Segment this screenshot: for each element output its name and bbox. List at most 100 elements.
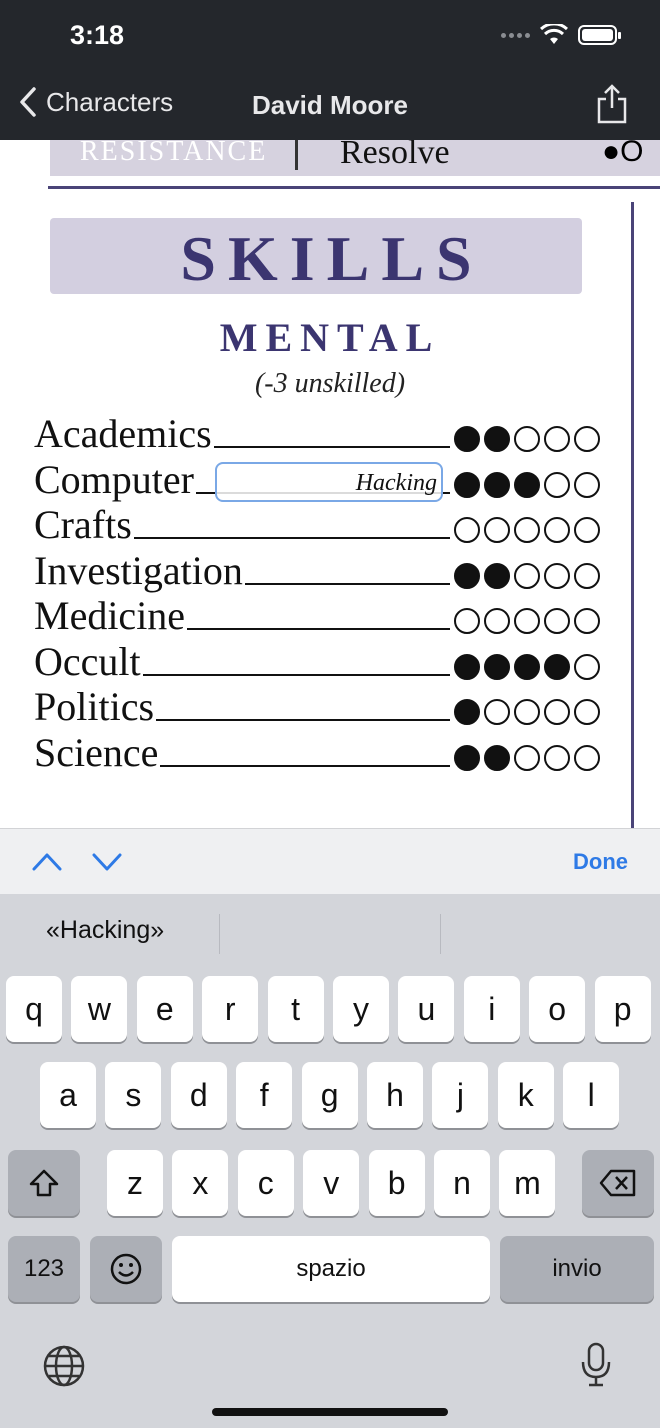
empty-dot[interactable] [574, 608, 600, 634]
skill-underline [134, 537, 450, 539]
return-key[interactable]: invio [500, 1236, 654, 1302]
filled-dot[interactable] [514, 471, 540, 498]
skill-underline [187, 628, 450, 630]
key-k[interactable]: k [497, 1062, 554, 1128]
empty-dot[interactable] [574, 471, 600, 498]
space-key[interactable]: spazio [172, 1236, 490, 1302]
empty-dot[interactable] [514, 699, 540, 725]
key-j[interactable]: j [432, 1062, 489, 1128]
skill-name: Science [34, 729, 159, 775]
chevron-down-icon[interactable] [90, 847, 124, 875]
filled-dot[interactable] [454, 699, 480, 725]
status-time: 3:18 [70, 20, 125, 50]
filled-dot[interactable] [484, 744, 510, 771]
key-n[interactable]: n [434, 1150, 490, 1216]
done-button[interactable]: Done [573, 849, 628, 875]
key-o[interactable]: o [529, 976, 586, 1042]
emoji-icon [110, 1253, 142, 1285]
delete-key[interactable] [582, 1150, 654, 1216]
empty-dot[interactable] [514, 608, 540, 634]
empty-dot[interactable] [484, 608, 510, 634]
empty-dot[interactable] [454, 608, 480, 634]
key-a[interactable]: a [40, 1062, 96, 1128]
key-q[interactable]: q [6, 976, 62, 1042]
empty-dot[interactable] [574, 562, 600, 589]
empty-dot[interactable] [454, 517, 480, 543]
key-l[interactable]: l [563, 1062, 620, 1128]
key-e[interactable]: e [136, 976, 193, 1042]
numbers-key[interactable]: 123 [8, 1236, 80, 1302]
key-s[interactable]: s [105, 1062, 162, 1128]
resistance-divider [295, 140, 298, 170]
skill-dots[interactable] [454, 608, 600, 634]
empty-dot[interactable] [574, 699, 600, 725]
filled-dot[interactable] [454, 562, 480, 589]
filled-dot[interactable] [484, 426, 510, 452]
share-icon[interactable] [596, 84, 628, 124]
empty-dot[interactable] [574, 653, 600, 680]
empty-dot[interactable] [544, 744, 570, 771]
unskilled-note: (-3 unskilled) [254, 368, 406, 399]
resistance-dots: ●O [602, 140, 644, 168]
empty-dot[interactable] [544, 608, 570, 634]
suggestion-item[interactable]: «Hacking» [46, 916, 164, 945]
key-c[interactable]: c [237, 1150, 294, 1216]
filled-dot[interactable] [454, 426, 480, 452]
key-p[interactable]: p [594, 976, 651, 1042]
skill-dots[interactable] [454, 653, 600, 680]
key-f[interactable]: f [236, 1062, 293, 1128]
filled-dot[interactable] [514, 653, 540, 680]
empty-dot[interactable] [574, 517, 600, 543]
empty-dot[interactable] [484, 699, 510, 725]
skill-dots[interactable] [454, 517, 600, 543]
filled-dot[interactable] [454, 653, 480, 680]
shift-key[interactable] [8, 1150, 80, 1216]
emoji-key[interactable] [90, 1236, 162, 1302]
skill-name: Medicine [34, 593, 186, 638]
empty-dot[interactable] [544, 517, 570, 543]
empty-dot[interactable] [514, 517, 540, 543]
microphone-icon[interactable] [580, 1342, 612, 1388]
key-g[interactable]: g [301, 1062, 358, 1128]
key-v[interactable]: v [303, 1150, 360, 1216]
key-d[interactable]: d [170, 1062, 227, 1128]
skill-dots[interactable] [454, 744, 600, 771]
specialty-input[interactable]: Hacking [215, 462, 443, 502]
key-r[interactable]: r [202, 976, 259, 1042]
resistance-label: RESISTANCE [80, 140, 268, 167]
empty-dot[interactable] [514, 562, 540, 589]
key-z[interactable]: z [107, 1150, 163, 1216]
filled-dot[interactable] [484, 562, 510, 589]
empty-dot[interactable] [484, 517, 510, 543]
empty-dot[interactable] [544, 426, 570, 452]
key-h[interactable]: h [367, 1062, 423, 1128]
key-b[interactable]: b [368, 1150, 425, 1216]
filled-dot[interactable] [544, 653, 570, 680]
filled-dot[interactable] [454, 744, 480, 771]
chevron-up-icon[interactable] [30, 847, 64, 875]
empty-dot[interactable] [544, 562, 570, 589]
skill-dots[interactable] [454, 562, 600, 589]
filled-dot[interactable] [484, 471, 510, 498]
skill-row: Crafts [34, 503, 600, 547]
globe-icon[interactable] [42, 1344, 86, 1388]
empty-dot[interactable] [544, 471, 570, 498]
skill-dots[interactable] [454, 426, 600, 452]
skill-dots[interactable] [454, 699, 600, 725]
key-m[interactable]: m [499, 1150, 556, 1216]
filled-dot[interactable] [484, 653, 510, 680]
empty-dot[interactable] [574, 744, 600, 771]
filled-dot[interactable] [454, 471, 480, 498]
empty-dot[interactable] [514, 426, 540, 452]
key-w[interactable]: w [71, 976, 128, 1042]
empty-dot[interactable] [574, 426, 600, 452]
key-i[interactable]: i [463, 976, 520, 1042]
key-x[interactable]: x [172, 1150, 229, 1216]
key-y[interactable]: y [333, 976, 389, 1042]
suggestion-bar: «Hacking» [0, 894, 660, 974]
key-t[interactable]: t [267, 976, 324, 1042]
skill-dots[interactable] [454, 471, 600, 498]
empty-dot[interactable] [514, 744, 540, 771]
empty-dot[interactable] [544, 699, 570, 725]
key-u[interactable]: u [398, 976, 455, 1042]
